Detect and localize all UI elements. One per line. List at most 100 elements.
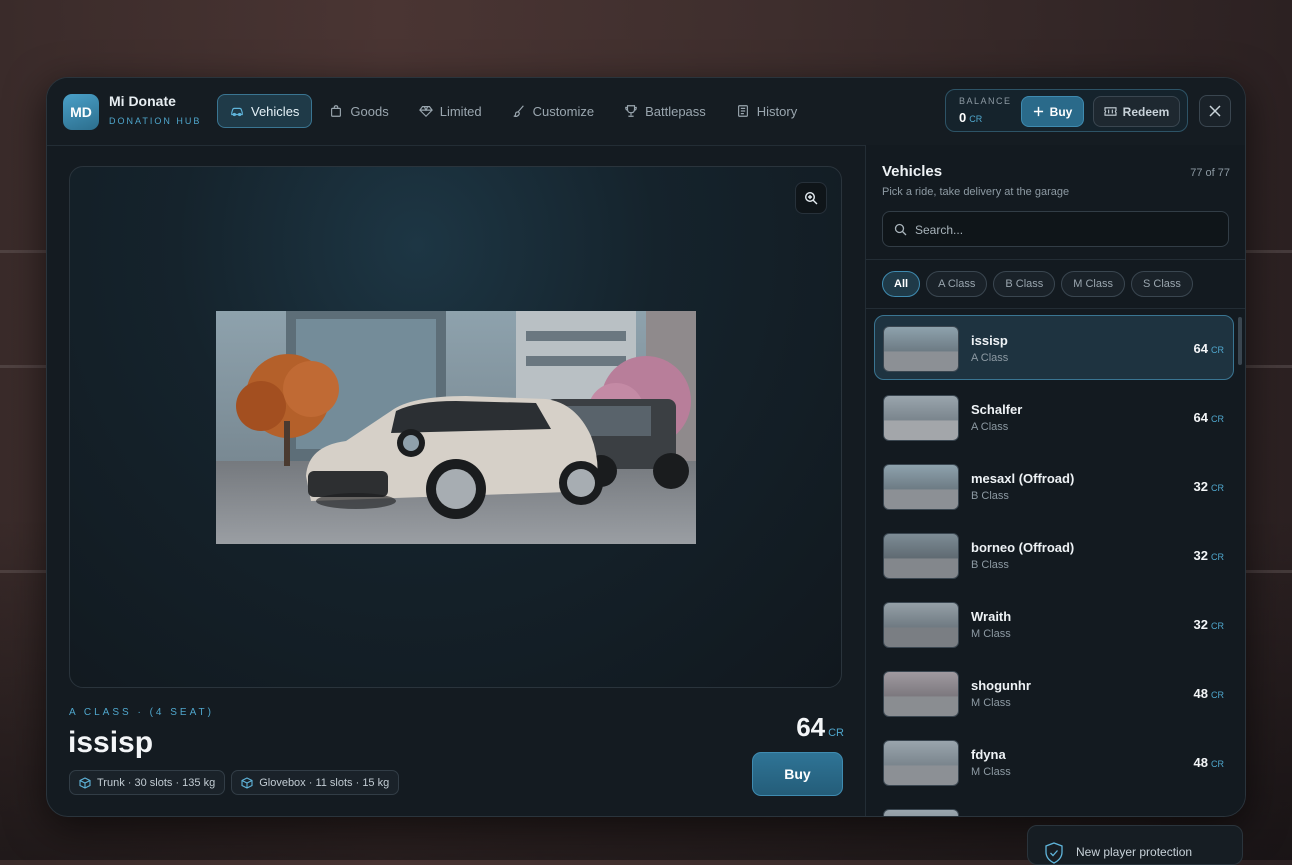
tab-history[interactable]: History — [723, 94, 810, 128]
tab-customize[interactable]: Customize — [499, 94, 607, 128]
item-class: M Class — [971, 697, 1011, 709]
vehicle-thumbnail — [883, 326, 959, 372]
vehicle-price: 64 CR — [796, 712, 844, 742]
brand-name: Mi Donate — [109, 93, 176, 109]
redeem-button[interactable]: Redeem — [1093, 96, 1180, 127]
list-item[interactable] — [874, 798, 1234, 816]
vehicle-thumbnail — [883, 809, 959, 816]
new-player-protection-toast[interactable]: New player protection — [1027, 825, 1243, 865]
tab-label: History — [756, 103, 798, 119]
class-filter-bar: All A Class B Class M Class S Class — [866, 259, 1245, 309]
vehicle-thumbnail — [883, 671, 959, 717]
item-price: 32 CR — [1193, 617, 1224, 632]
vehicle-thumbnail — [883, 533, 959, 579]
search-icon — [894, 223, 907, 236]
item-name: shogunhr — [971, 678, 1031, 693]
item-class: A Class — [971, 421, 1009, 433]
tab-vehicles[interactable]: Vehicles — [217, 94, 313, 128]
item-price: 48 CR — [1193, 686, 1224, 701]
vehicle-preview — [69, 166, 842, 688]
filter-s-class[interactable]: S Class — [1131, 271, 1193, 297]
tab-goods[interactable]: Goods — [316, 94, 401, 128]
item-price: 48 CR — [1193, 755, 1224, 770]
list-item[interactable]: issisp A Class 64 CR — [874, 315, 1234, 380]
tab-label: Customize — [532, 103, 595, 119]
plus-icon — [1033, 106, 1043, 117]
panel-subtitle: Pick a ride, take delivery at the garage — [882, 186, 1070, 198]
currency-unit: CR — [969, 114, 983, 124]
vehicle-image — [216, 311, 696, 544]
vehicle-list-panel: Vehicles 77 of 77 Pick a ride, take deli… — [865, 145, 1245, 816]
item-name: mesaxl (Offroad) — [971, 471, 1075, 486]
list-item[interactable]: borneo (Offroad) B Class 32 CR — [874, 522, 1234, 587]
zoom-button[interactable] — [795, 182, 827, 214]
list-item[interactable]: mesaxl (Offroad) B Class 32 CR — [874, 453, 1234, 518]
trunk-spec-chip: Trunk · 30 slots · 135 kg — [69, 770, 226, 795]
search-input[interactable] — [913, 212, 1217, 248]
tab-label: Battlepass — [645, 103, 706, 119]
item-price: 32 CR — [1193, 479, 1224, 494]
tab-label: Limited — [439, 103, 482, 119]
zoom-in-icon — [804, 191, 818, 205]
brand-logo: MD — [63, 94, 99, 130]
trophy-icon — [625, 105, 637, 117]
tab-label: Vehicles — [251, 103, 300, 119]
close-button[interactable] — [1199, 95, 1231, 127]
toast-text: New player protection — [1076, 845, 1193, 859]
glovebox-spec-chip: Glovebox · 11 slots · 15 kg — [231, 770, 400, 795]
buy-credits-button[interactable]: Buy — [1021, 96, 1084, 127]
balance-panel: BALANCE 0 CR Buy Redeem — [945, 89, 1188, 132]
item-price: 64 CR — [1193, 410, 1224, 425]
close-icon — [1209, 105, 1221, 117]
item-name: Wraith — [971, 609, 1012, 624]
box-icon — [79, 776, 91, 789]
item-name: Schalfer — [971, 402, 1023, 417]
main-tabs: Vehicles Goods Limited Customize Battlep… — [217, 94, 810, 128]
document-icon — [737, 105, 748, 117]
bag-icon — [331, 105, 342, 117]
car-icon — [231, 107, 243, 117]
vehicle-thumbnail — [883, 602, 959, 648]
item-class: M Class — [971, 766, 1011, 778]
vehicle-thumbnail — [883, 395, 959, 441]
filter-a-class[interactable]: A Class — [926, 271, 988, 297]
brush-icon — [513, 105, 524, 118]
vehicle-specs: Trunk · 30 slots · 135 kg Glovebox · 11 … — [69, 770, 400, 795]
item-name: issisp — [971, 333, 1008, 348]
tab-limited[interactable]: Limited — [406, 94, 495, 128]
item-name: borneo (Offroad) — [971, 540, 1075, 555]
filter-b-class[interactable]: B Class — [993, 271, 1056, 297]
item-class: B Class — [971, 490, 1009, 502]
top-bar: MD Mi Donate DONATION HUB Vehicles Goods… — [47, 78, 1245, 146]
list-item[interactable]: shogunhr M Class 48 CR — [874, 660, 1234, 725]
item-name: fdyna — [971, 747, 1006, 762]
item-class: M Class — [971, 628, 1011, 640]
list-item[interactable]: fdyna M Class 48 CR — [874, 729, 1234, 794]
search-box — [882, 211, 1229, 248]
ticket-icon — [1104, 107, 1117, 116]
list-item[interactable]: Schalfer A Class 64 CR — [874, 384, 1234, 449]
item-price: 32 CR — [1193, 548, 1224, 563]
list-scrollbar[interactable] — [1238, 317, 1242, 365]
tab-label: Goods — [350, 103, 389, 119]
shield-icon — [1045, 842, 1063, 864]
box-icon — [241, 776, 253, 789]
vehicle-thumbnail — [883, 740, 959, 786]
vehicle-class-label: A CLASS · (4 SEAT) — [69, 707, 214, 718]
brand-subtitle: DONATION HUB — [109, 116, 202, 126]
balance-label: BALANCE — [959, 96, 1012, 106]
filter-m-class[interactable]: M Class — [1061, 271, 1125, 297]
panel-title: Vehicles — [882, 163, 943, 180]
vehicle-name: issisp — [68, 726, 154, 759]
result-count: 77 of 77 — [1190, 167, 1230, 179]
item-price: 64 CR — [1193, 341, 1224, 356]
donation-window: MD Mi Donate DONATION HUB Vehicles Goods… — [46, 77, 1246, 817]
filter-all[interactable]: All — [882, 271, 921, 297]
tab-battlepass[interactable]: Battlepass — [611, 94, 719, 128]
item-class: A Class — [971, 352, 1009, 364]
buy-vehicle-button[interactable]: Buy — [752, 752, 843, 796]
balance-value: 0 CR — [959, 110, 983, 125]
vehicle-thumbnail — [883, 464, 959, 510]
vehicle-list: issisp A Class 64 CR Schalfer A Class 64 C… — [874, 315, 1234, 816]
list-item[interactable]: Wraith M Class 32 CR — [874, 591, 1234, 656]
